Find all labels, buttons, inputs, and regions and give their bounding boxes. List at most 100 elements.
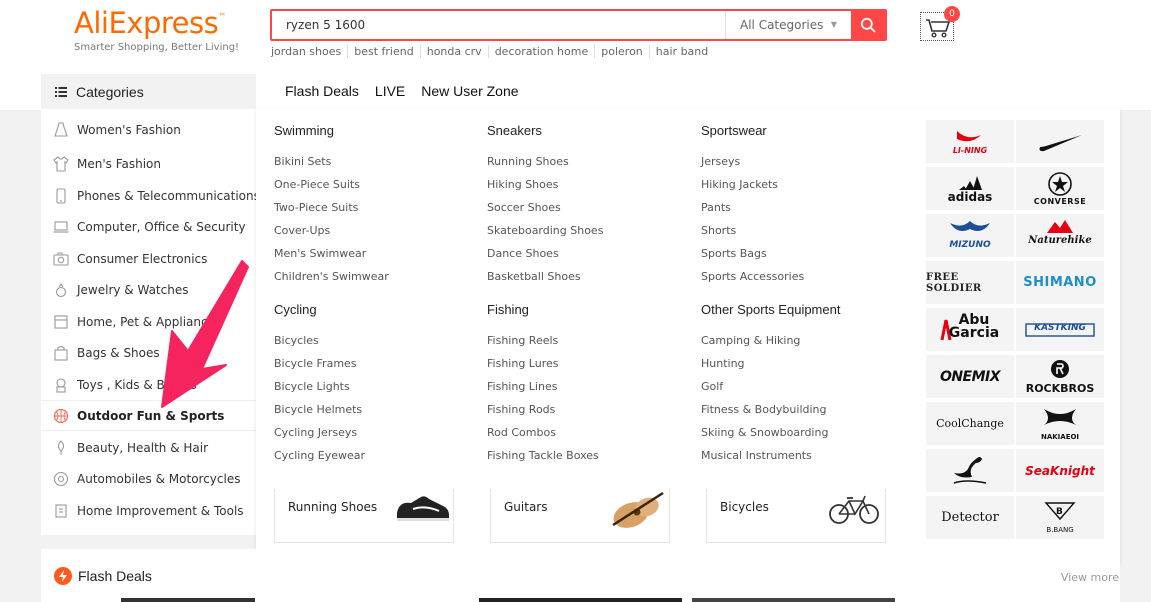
subcategory-link[interactable]: Camping & Hiking	[701, 334, 800, 347]
brand-name: SeaKnight	[1025, 463, 1095, 478]
converse-star-logo	[1048, 172, 1072, 196]
subcategory-link[interactable]: Running Shoes	[487, 155, 569, 168]
flash-deals-section: Flash Deals View more	[41, 549, 1120, 602]
subcategory-link[interactable]: Hiking Jackets	[701, 178, 778, 191]
subcategory-link[interactable]: Fishing Rods	[487, 403, 555, 416]
laptop-icon	[53, 220, 69, 233]
brand-rockbros[interactable]: ROCKBROS	[1016, 355, 1104, 398]
promo-card-running-shoes[interactable]: Running Shoes	[274, 489, 454, 543]
brand-abu-garcia[interactable]: Abu Garcia	[926, 308, 1014, 351]
brand-coolchange[interactable]: CoolChange	[926, 402, 1014, 445]
subcategory-link[interactable]: Rod Combos	[487, 426, 556, 439]
subcategory-link[interactable]: Bicycle Lights	[274, 380, 350, 393]
subcategory-link[interactable]: Fishing Lines	[487, 380, 557, 393]
subcategory-link[interactable]: Dance Shoes	[487, 247, 559, 260]
brand-converse[interactable]: CONVERSE	[1016, 167, 1104, 210]
subcategory-link[interactable]: Skiing & Snowboarding	[701, 426, 828, 439]
subcategory-link[interactable]: Bikini Sets	[274, 155, 331, 168]
subcategory-link[interactable]: Fishing Tackle Boxes	[487, 449, 599, 462]
promo-card-guitars[interactable]: Guitars	[490, 489, 670, 543]
brand-li-ning[interactable]: LI-NING	[926, 120, 1014, 163]
subcategory-link[interactable]: Golf	[701, 380, 723, 393]
subcategory-link[interactable]: Men's Swimwear	[274, 247, 366, 260]
brand-detector[interactable]: Detector	[926, 496, 1014, 539]
brand-name: adidas	[947, 190, 993, 204]
column-title-fishing[interactable]: Fishing	[487, 302, 529, 317]
brand-adidas[interactable]: adidas	[926, 167, 1014, 210]
subcategory-link[interactable]: Soccer Shoes	[487, 201, 561, 214]
brand-naturehike[interactable]: Naturehike	[1016, 214, 1104, 257]
sidebar-item-womens-fashion[interactable]: Women's Fashion	[41, 114, 256, 145]
sidebar-item-computer[interactable]: Computer, Office & Security	[41, 211, 256, 242]
brand-swan[interactable]	[926, 449, 1014, 492]
sidebar-item-mens-fashion[interactable]: Men's Fashion	[41, 148, 256, 179]
subcategory-link[interactable]: Hiking Shoes	[487, 178, 558, 191]
subcategory-link[interactable]: Fishing Lures	[487, 357, 558, 370]
subcategory-link[interactable]: Pants	[701, 201, 731, 214]
subcategory-link[interactable]: Sports Accessories	[701, 270, 804, 283]
subcategory-link[interactable]: Cycling Eyewear	[274, 449, 365, 462]
categories-header[interactable]: Categories	[41, 74, 256, 109]
sidebar-item-label: Phones & Telecommunications	[77, 188, 260, 203]
sidebar-item-phones[interactable]: Phones & Telecommunications	[41, 180, 260, 211]
subcategory-link[interactable]: Sports Bags	[701, 247, 767, 260]
sidebar-item-home-improvement[interactable]: Home Improvement & Tools	[41, 495, 256, 526]
promo-card-bicycles[interactable]: Bicycles	[706, 489, 886, 543]
subcategory-link[interactable]: Hunting	[701, 357, 745, 370]
hot-search-link[interactable]: hair band	[648, 45, 714, 58]
subcategory-link[interactable]: Shorts	[701, 224, 736, 237]
flash-deal-thumbnail[interactable]	[121, 598, 255, 602]
column-title-other-sports[interactable]: Other Sports Equipment	[701, 302, 840, 317]
adidas-stripes-logo	[959, 176, 982, 190]
subcategory-link[interactable]: Skateboarding Shoes	[487, 224, 603, 237]
subcategory-link[interactable]: Bicycles	[274, 334, 319, 347]
flash-deal-thumbnail[interactable]	[479, 598, 682, 602]
column-title-swimming[interactable]: Swimming	[274, 123, 334, 138]
subcategory-link[interactable]: Two-Piece Suits	[274, 201, 358, 214]
subcategory-link[interactable]: Cycling Jerseys	[274, 426, 357, 439]
chevron-down-icon: ▼	[830, 20, 837, 29]
hot-search-link[interactable]: jordan shoes	[271, 45, 347, 58]
subcategory-link[interactable]: Bicycle Helmets	[274, 403, 362, 416]
hot-search-link[interactable]: best friend	[347, 45, 419, 58]
nav-flash-deals[interactable]: Flash Deals	[285, 83, 359, 99]
subcategory-link[interactable]: Jerseys	[701, 155, 740, 168]
flash-deal-thumbnail[interactable]	[692, 598, 895, 602]
hot-search-link[interactable]: poleron	[594, 45, 649, 58]
category-select-value: All Categories	[740, 18, 824, 32]
brand-mizuno[interactable]: MIZUNO	[926, 214, 1014, 257]
brand-seaknight[interactable]: SeaKnight	[1016, 449, 1104, 492]
sidebar-item-beauty[interactable]: Beauty, Health & Hair	[41, 432, 256, 463]
subcategory-link[interactable]: Fishing Reels	[487, 334, 558, 347]
subcategory-link[interactable]: Cover-Ups	[274, 224, 330, 237]
subcategory-link[interactable]: Fitness & Bodybuilding	[701, 403, 827, 416]
subcategory-link[interactable]: Musical Instruments	[701, 449, 812, 462]
brand-b-bang[interactable]: B B.BANG	[1016, 496, 1104, 539]
nav-live[interactable]: LIVE	[375, 83, 405, 99]
search-input[interactable]	[272, 11, 725, 39]
top-nav: Flash Deals LIVE New User Zone	[285, 83, 535, 99]
category-select[interactable]: All Categories ▼	[725, 11, 851, 39]
search-button[interactable]	[851, 11, 885, 39]
subcategory-link[interactable]: Bicycle Frames	[274, 357, 357, 370]
subcategory-link[interactable]: Basketball Shoes	[487, 270, 581, 283]
brand-nakiaeoi[interactable]: NAKIAEOI	[1016, 402, 1104, 445]
hot-search-link[interactable]: decoration home	[487, 45, 595, 58]
sidebar-item-automobiles[interactable]: Automobiles & Motorcycles	[41, 463, 256, 494]
subcategory-link[interactable]: One-Piece Suits	[274, 178, 360, 191]
brand-name: CONVERSE	[1033, 197, 1087, 206]
brand-kastking[interactable]: KASTKING	[1016, 308, 1104, 351]
hot-search-link[interactable]: honda crv	[419, 45, 488, 58]
aliexpress-logo[interactable]: AliExpress™ Smarter Shopping, Better Liv…	[74, 6, 239, 53]
column-title-sneakers[interactable]: Sneakers	[487, 123, 542, 138]
nav-new-user-zone[interactable]: New User Zone	[421, 83, 518, 99]
column-title-cycling[interactable]: Cycling	[274, 302, 317, 317]
brand-onemix[interactable]: ONEMIX	[926, 355, 1014, 398]
brand-shimano[interactable]: SHIMANO	[1016, 261, 1104, 304]
subcategory-link[interactable]: Children's Swimwear	[274, 270, 389, 283]
brand-free-soldier[interactable]: FREE SOLDIER	[926, 261, 1014, 304]
bicycle-image	[829, 495, 879, 524]
view-more-link[interactable]: View more	[1061, 571, 1119, 584]
brand-nike[interactable]	[1016, 120, 1104, 163]
column-title-sportswear[interactable]: Sportswear	[701, 123, 767, 138]
